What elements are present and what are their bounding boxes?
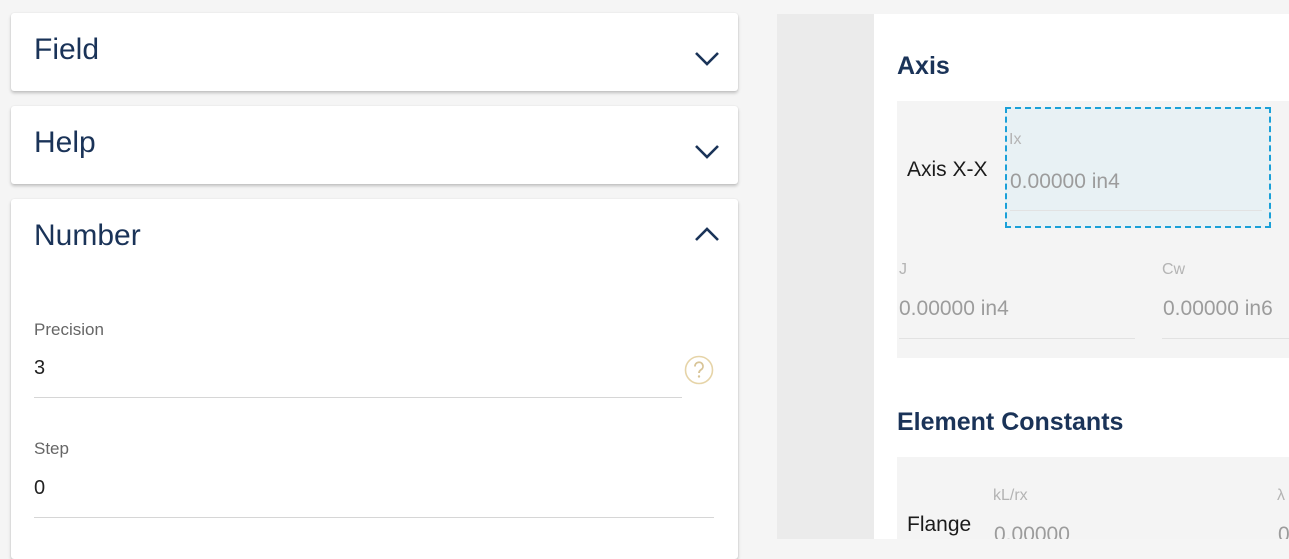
axis-section-title: Axis <box>897 52 950 80</box>
element-constants-block: Flange kL/rx 0.00000 λ 0 <box>897 457 1289 539</box>
element-constants-title: Element Constants <box>897 408 1124 436</box>
precision-input[interactable]: 3 <box>34 357 45 380</box>
j-value[interactable]: 0.00000 in4 <box>899 297 1009 321</box>
number-panel-title: Number <box>34 219 141 252</box>
chevron-up-icon[interactable] <box>694 225 720 243</box>
step-input[interactable]: 0 <box>34 477 45 500</box>
question-circle-icon[interactable] <box>684 355 714 385</box>
field-panel[interactable]: Field <box>11 13 738 91</box>
backdrop-strip <box>777 14 874 539</box>
axis-xx-label: Axis X-X <box>907 158 988 181</box>
precision-underline <box>34 397 682 398</box>
ix-field[interactable]: Ix 0.00000 in4 <box>1005 107 1271 228</box>
ix-underline <box>1010 210 1262 211</box>
flange-label: Flange <box>907 513 972 536</box>
j-label: J <box>899 261 907 278</box>
chevron-down-icon[interactable] <box>694 49 720 67</box>
step-label: Step <box>34 439 69 458</box>
ix-label: Ix <box>1009 131 1022 148</box>
help-panel-title: Help <box>34 126 96 159</box>
lambda-label: λ <box>1277 487 1285 504</box>
j-underline <box>899 338 1135 339</box>
help-panel[interactable]: Help <box>11 106 738 184</box>
axis-block: Axis X-X Ix 0.00000 in4 J 0.00000 in4 Cw… <box>897 101 1289 358</box>
properties-card: Axis Axis X-X Ix 0.00000 in4 J 0.00000 i… <box>874 14 1289 539</box>
precision-label: Precision <box>34 320 104 339</box>
step-underline <box>34 517 714 518</box>
cw-value[interactable]: 0.00000 in6 <box>1163 297 1273 321</box>
cw-underline <box>1162 338 1289 339</box>
ix-value: 0.00000 in4 <box>1010 170 1120 193</box>
kl-rx-label: kL/rx <box>993 487 1028 504</box>
number-panel: Number Precision 3 Step 0 <box>11 199 738 559</box>
kl-rx-value[interactable]: 0.00000 <box>994 523 1070 539</box>
lambda-value[interactable]: 0 <box>1278 523 1289 539</box>
cw-label: Cw <box>1162 261 1186 278</box>
field-panel-title: Field <box>34 33 100 66</box>
chevron-down-icon[interactable] <box>694 142 720 160</box>
